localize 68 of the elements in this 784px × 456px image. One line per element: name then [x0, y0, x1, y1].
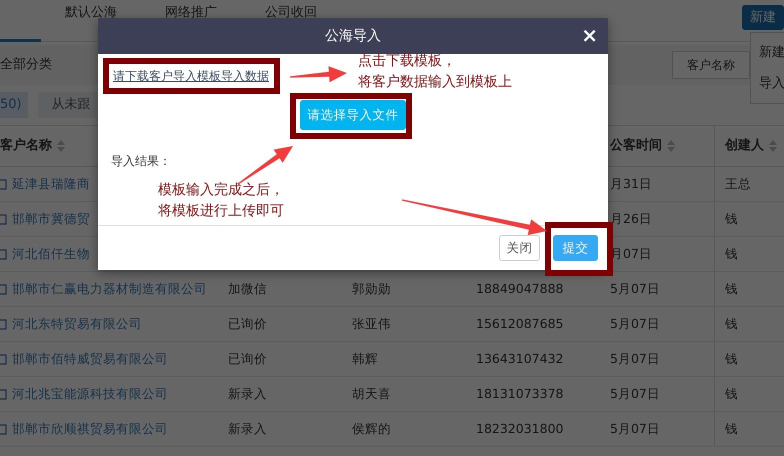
- table-cell-text: 5月07日: [610, 280, 660, 298]
- document-icon: [0, 318, 7, 330]
- table-cell-text: 已询价: [228, 350, 267, 368]
- column-header[interactable]: 客户名称: [0, 126, 65, 166]
- table-cell-text: 钱: [725, 314, 738, 333]
- new-customer-button[interactable]: 新建: [742, 5, 784, 30]
- document-icon: [0, 424, 7, 434]
- company-link[interactable]: 邯郸市欣顺祺贸易有限公司: [12, 412, 168, 446]
- document-icon: [0, 214, 7, 224]
- template-download-link[interactable]: 请下载客户导入模板导入数据: [113, 66, 269, 86]
- table-cell-text: 张亚伟: [352, 314, 391, 333]
- table-cell-text: 韩辉: [352, 350, 378, 368]
- table-cell-text: 18849047888: [476, 280, 564, 298]
- category-select[interactable]: 全部分类: [0, 55, 52, 75]
- table-cell-text: 钱: [725, 210, 738, 228]
- choose-file-button[interactable]: 请选择导入文件: [300, 100, 406, 130]
- close-button[interactable]: ×: [581, 25, 598, 45]
- table-cell-text: 15612087685: [476, 314, 564, 333]
- import-result-label: 导入结果：: [111, 153, 172, 170]
- close-dialog-button[interactable]: 关闭: [499, 235, 540, 261]
- table-cell-text: 5月07日: [610, 420, 660, 438]
- modal-title: 公海导入: [325, 26, 381, 46]
- table-cell-text: 5月07日: [610, 384, 660, 403]
- company-link[interactable]: 邯郸市仁赢电力器材制造有限公司: [12, 272, 207, 306]
- company-link[interactable]: 河北兆宝能源科技有限公司: [12, 377, 168, 411]
- submit-button[interactable]: 提交: [553, 235, 598, 261]
- table-cell-text: 钱: [725, 280, 738, 298]
- table-cell-text: 18232031800: [476, 420, 564, 438]
- table-cell-text: 郭勋勋: [352, 280, 391, 298]
- annotation-text: 模板输入完成之后， 将模板进行上传即可: [158, 181, 284, 221]
- document-icon: [0, 284, 7, 294]
- table-cell-text: 钱: [725, 350, 738, 368]
- filter-chip[interactable]: 从未跟: [38, 92, 97, 118]
- table-cell-text: 新录入: [228, 420, 267, 438]
- filter-chip[interactable]: 50): [0, 92, 28, 118]
- company-link[interactable]: 河北佰仟生物: [12, 237, 90, 271]
- sort-icon[interactable]: [769, 140, 777, 152]
- sort-icon[interactable]: [667, 140, 675, 152]
- table-cell-text: 18131073378: [476, 384, 564, 403]
- table-cell-text: 13643107432: [476, 350, 564, 368]
- document-icon: [0, 248, 7, 260]
- column-header[interactable]: 公客时间: [610, 126, 675, 166]
- table-cell-text: 胡天喜: [352, 384, 391, 403]
- table-cell-text: 钱: [725, 384, 738, 403]
- table-cell-text: 侯辉的: [352, 420, 391, 438]
- table-cell-text: 月31日: [610, 174, 652, 193]
- column-header[interactable]: 创建人: [725, 126, 777, 166]
- company-link[interactable]: 邯郸市佰特威贸易有限公司: [12, 342, 168, 376]
- annotation-arrow: [290, 66, 347, 82]
- search-type-select[interactable]: 客户名称: [672, 51, 750, 79]
- document-icon: [0, 354, 7, 364]
- company-link[interactable]: 延津县瑞隆商: [12, 167, 90, 201]
- company-link[interactable]: 河北东特贸易有限公司: [12, 307, 142, 341]
- table-cell-text: 钱: [725, 244, 738, 263]
- table-cell-text: 王总: [725, 174, 751, 193]
- table-cell-text: 新录入: [228, 384, 267, 403]
- table-cell-text: 加微信: [228, 280, 267, 298]
- highlight-frame: [545, 222, 613, 276]
- table-cell-text: 5月07日: [610, 350, 660, 368]
- document-icon: [0, 178, 7, 190]
- document-icon: [0, 388, 7, 400]
- table-cell-text: 5月07日: [610, 314, 660, 333]
- sort-icon[interactable]: [57, 140, 65, 152]
- table-cell-text: 钱: [725, 420, 738, 438]
- table-cell-text: 已询价: [228, 314, 267, 333]
- menu-item[interactable]: 新建: [751, 37, 784, 68]
- annotation-text: 点击下载模板， 将客户数据输入到模板上: [358, 52, 512, 92]
- company-link[interactable]: 邯郸市冀德贸: [12, 202, 90, 236]
